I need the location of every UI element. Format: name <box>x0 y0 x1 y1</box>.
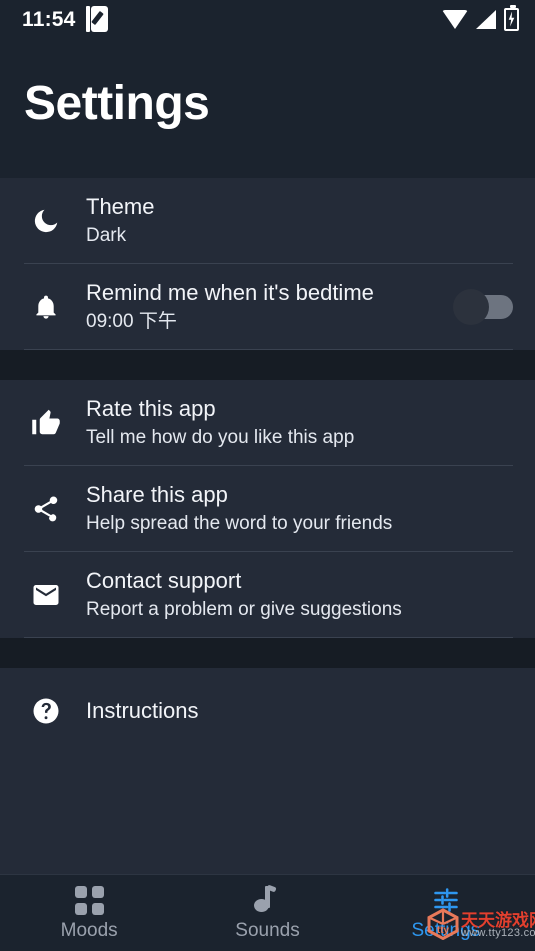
settings-row-theme-title: Theme <box>86 193 155 219</box>
settings-row-theme-text: Theme Dark <box>68 193 513 249</box>
settings-row-instructions-title: Instructions <box>86 698 199 724</box>
settings-row-share-app-title: Share this app <box>86 481 228 507</box>
settings-row-theme[interactable]: Theme Dark <box>0 178 535 264</box>
page-header: Settings <box>0 38 535 178</box>
settings-row-bedtime-text: Remind me when it's bedtime 09:00 下午 <box>68 279 447 335</box>
bottom-navigation-bar: Moods Sounds Settings <box>0 874 535 951</box>
settings-row-contact-support-title: Contact support <box>86 567 242 593</box>
status-bar-clock: 11:54 <box>22 7 76 31</box>
note-edit-icon <box>85 6 108 32</box>
nav-tab-settings[interactable]: Settings <box>357 886 535 940</box>
settings-row-theme-subtitle: Dark <box>86 225 127 247</box>
settings-group-preferences: Theme Dark Remind me when it's bedtime 0… <box>0 178 535 350</box>
battery-charging-icon <box>504 4 519 31</box>
music-note-icon <box>254 884 280 914</box>
app-window: 11:54 Settings Theme Dark Remind me when… <box>0 0 535 951</box>
group-separator-1 <box>0 350 535 380</box>
status-bar-system-icons <box>442 4 519 31</box>
tune-sliders-icon <box>431 886 461 914</box>
settings-row-rate-app-title: Rate this app <box>86 395 216 421</box>
settings-group-feedback: Rate this app Tell me how do you like th… <box>0 380 535 638</box>
settings-row-instructions-text: Instructions <box>68 697 513 725</box>
settings-row-bedtime-title: Remind me when it's bedtime <box>86 279 374 305</box>
settings-group-help: Instructions <box>0 668 535 754</box>
share-icon <box>24 494 68 524</box>
thumbs-up-icon <box>24 408 68 438</box>
bedtime-reminder-toggle[interactable] <box>453 289 513 325</box>
settings-list: Theme Dark Remind me when it's bedtime 0… <box>0 178 535 874</box>
settings-row-contact-support-subtitle: Report a problem or give suggestions <box>86 599 402 621</box>
bell-icon <box>24 293 68 321</box>
cellular-signal-icon <box>476 9 496 29</box>
settings-row-contact-support-text: Contact support Report a problem or give… <box>68 567 513 623</box>
page-title: Settings <box>24 77 210 130</box>
toggle-knob <box>453 289 489 325</box>
settings-row-bedtime-reminder[interactable]: Remind me when it's bedtime 09:00 下午 <box>0 264 535 350</box>
wifi-icon <box>442 9 468 29</box>
settings-row-share-app-subtitle: Help spread the word to your friends <box>86 513 393 535</box>
settings-row-rate-app-subtitle: Tell me how do you like this app <box>86 427 355 449</box>
settings-row-rate-app-text: Rate this app Tell me how do you like th… <box>68 395 513 451</box>
nav-tab-sounds[interactable]: Sounds <box>178 884 356 941</box>
settings-row-bedtime-trailing <box>453 289 513 325</box>
help-circle-icon <box>24 696 68 726</box>
nav-tab-moods-label: Moods <box>60 920 118 941</box>
settings-row-contact-support[interactable]: Contact support Report a problem or give… <box>0 552 535 638</box>
moon-icon <box>24 206 68 236</box>
status-bar: 11:54 <box>0 0 535 38</box>
group-separator-2 <box>0 638 535 668</box>
grid-icon <box>74 885 104 915</box>
settings-row-rate-app[interactable]: Rate this app Tell me how do you like th… <box>0 380 535 466</box>
nav-tab-moods[interactable]: Moods <box>0 885 178 941</box>
settings-row-bedtime-time: 09:00 下午 <box>86 311 177 333</box>
mail-icon <box>24 580 68 610</box>
settings-row-share-app-text: Share this app Help spread the word to y… <box>68 481 513 537</box>
nav-tab-settings-label: Settings <box>411 920 481 941</box>
nav-tab-sounds-label: Sounds <box>235 920 300 941</box>
settings-row-instructions[interactable]: Instructions <box>0 668 535 754</box>
settings-row-share-app[interactable]: Share this app Help spread the word to y… <box>0 466 535 552</box>
status-bar-notifications <box>85 6 108 32</box>
